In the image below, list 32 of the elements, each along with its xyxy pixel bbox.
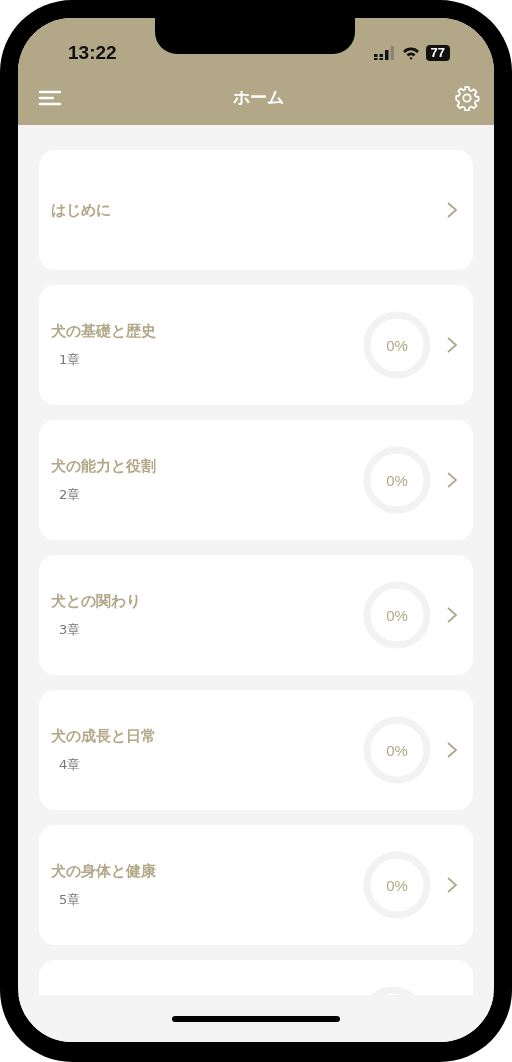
card-title: はじめに: [51, 200, 112, 220]
chevron-icon: [445, 470, 459, 490]
status-time: 13:22: [68, 42, 117, 64]
chapter-number: 1章: [58, 350, 82, 369]
chevron-icon: [445, 875, 459, 895]
card-title: 犬の身体と健康: [51, 861, 157, 881]
card-title: 犬との関わり: [51, 591, 142, 611]
card-title: 犬の能力と役割: [51, 456, 157, 476]
signal-icon: [373, 46, 396, 60]
chapter-card[interactable]: 犬の基礎と歴史 1章 0%: [39, 285, 473, 405]
chevron-icon: [445, 605, 459, 625]
card-title: 犬の基礎と歴史: [51, 321, 157, 341]
progress-percent: 0%: [385, 605, 409, 626]
chevron-icon: [445, 740, 459, 760]
chapter-number: 4章: [58, 755, 82, 774]
chapter-card[interactable]: 犬の身体と健康 5章 0%: [39, 825, 473, 945]
chevron-icon: [445, 335, 459, 355]
chapter-number: 2章: [58, 485, 82, 504]
chapter-number: 5章: [58, 890, 82, 909]
wifi-icon: [401, 46, 420, 60]
chapter-number: 3章: [58, 620, 82, 639]
card-title: 犬の成長と日常: [51, 726, 157, 746]
progress-percent: 0%: [385, 470, 409, 491]
chapter-card[interactable]: 犬との関わり 3章 0%: [39, 555, 473, 675]
progress-percent: 0%: [385, 740, 409, 761]
progress-percent: 0%: [385, 875, 409, 896]
chevron-icon: [445, 200, 459, 220]
battery-indicator: 77: [425, 45, 450, 61]
screen-title: ホーム: [232, 86, 284, 109]
chapter-card[interactable]: 犬の成長と日常 4章 0%: [39, 690, 473, 810]
progress-percent: 0%: [385, 335, 409, 356]
chapter-card[interactable]: 犬の能力と役割 2章 0%: [39, 420, 473, 540]
